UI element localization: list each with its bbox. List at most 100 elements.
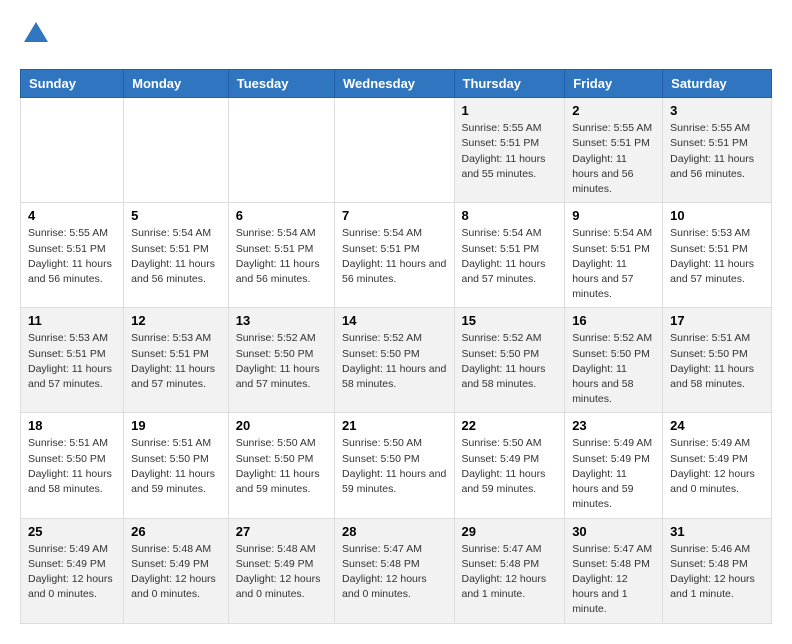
day-cell: 11 Sunrise: 5:53 AMSunset: 5:51 PMDayligh… (21, 308, 124, 413)
logo (20, 20, 50, 53)
weekday-header-sunday: Sunday (21, 70, 124, 98)
calendar-table: SundayMondayTuesdayWednesdayThursdayFrid… (20, 69, 772, 623)
day-cell: 21 Sunrise: 5:50 AMSunset: 5:50 PMDayligh… (335, 413, 454, 518)
day-info: Sunrise: 5:51 AMSunset: 5:50 PMDaylight:… (670, 331, 764, 392)
day-cell: 2 Sunrise: 5:55 AMSunset: 5:51 PMDaylight… (565, 98, 663, 203)
day-number: 6 (236, 208, 327, 223)
day-cell: 9 Sunrise: 5:54 AMSunset: 5:51 PMDaylight… (565, 203, 663, 308)
day-number: 14 (342, 313, 446, 328)
day-number: 4 (28, 208, 116, 223)
day-cell: 25 Sunrise: 5:49 AMSunset: 5:49 PMDayligh… (21, 518, 124, 623)
day-cell: 17 Sunrise: 5:51 AMSunset: 5:50 PMDayligh… (663, 308, 772, 413)
day-cell: 22Sunrise: 5:50 AMSunset: 5:49 PMDayligh… (454, 413, 565, 518)
day-cell: 1Sunrise: 5:55 AMSunset: 5:51 PMDaylight… (454, 98, 565, 203)
day-number: 19 (131, 418, 221, 433)
day-cell: 6 Sunrise: 5:54 AMSunset: 5:51 PMDaylight… (228, 203, 334, 308)
day-number: 21 (342, 418, 446, 433)
day-number: 25 (28, 524, 116, 539)
day-number: 9 (572, 208, 655, 223)
day-number: 27 (236, 524, 327, 539)
day-info: Sunrise: 5:48 AMSunset: 5:49 PMDaylight:… (131, 542, 221, 603)
day-info: Sunrise: 5:50 AMSunset: 5:50 PMDaylight:… (342, 436, 446, 497)
day-cell: 8 Sunrise: 5:54 AMSunset: 5:51 PMDaylight… (454, 203, 565, 308)
day-number: 18 (28, 418, 116, 433)
day-cell: 28 Sunrise: 5:47 AMSunset: 5:48 PMDayligh… (335, 518, 454, 623)
day-info: Sunrise: 5:47 AMSunset: 5:48 PMDaylight:… (572, 542, 655, 618)
day-info: Sunrise: 5:46 AMSunset: 5:48 PMDaylight:… (670, 542, 764, 603)
day-number: 31 (670, 524, 764, 539)
day-cell: 13 Sunrise: 5:52 AMSunset: 5:50 PMDayligh… (228, 308, 334, 413)
day-cell: 30Sunrise: 5:47 AMSunset: 5:48 PMDayligh… (565, 518, 663, 623)
day-info: Sunrise: 5:55 AMSunset: 5:51 PMDaylight:… (572, 121, 655, 197)
logo-icon (22, 20, 50, 48)
day-number: 17 (670, 313, 764, 328)
day-number: 8 (462, 208, 558, 223)
day-info: Sunrise: 5:49 AMSunset: 5:49 PMDaylight:… (670, 436, 764, 497)
day-info: Sunrise: 5:55 AMSunset: 5:51 PMDaylight:… (28, 226, 116, 287)
day-number: 22 (462, 418, 558, 433)
day-cell (21, 98, 124, 203)
weekday-header-thursday: Thursday (454, 70, 565, 98)
weekday-header-monday: Monday (124, 70, 229, 98)
day-cell (228, 98, 334, 203)
week-row-2: 4 Sunrise: 5:55 AMSunset: 5:51 PMDaylight… (21, 203, 772, 308)
day-info: Sunrise: 5:48 AMSunset: 5:49 PMDaylight:… (236, 542, 327, 603)
day-number: 11 (28, 313, 116, 328)
day-cell: 4 Sunrise: 5:55 AMSunset: 5:51 PMDaylight… (21, 203, 124, 308)
day-cell: 20Sunrise: 5:50 AMSunset: 5:50 PMDayligh… (228, 413, 334, 518)
day-info: Sunrise: 5:49 AMSunset: 5:49 PMDaylight:… (28, 542, 116, 603)
day-cell: 19 Sunrise: 5:51 AMSunset: 5:50 PMDayligh… (124, 413, 229, 518)
day-cell: 12 Sunrise: 5:53 AMSunset: 5:51 PMDayligh… (124, 308, 229, 413)
day-cell: 7Sunrise: 5:54 AMSunset: 5:51 PMDaylight… (335, 203, 454, 308)
day-info: Sunrise: 5:54 AMSunset: 5:51 PMDaylight:… (462, 226, 558, 287)
weekday-header-friday: Friday (565, 70, 663, 98)
day-number: 2 (572, 103, 655, 118)
day-number: 3 (670, 103, 764, 118)
day-number: 29 (462, 524, 558, 539)
week-row-4: 18 Sunrise: 5:51 AMSunset: 5:50 PMDayligh… (21, 413, 772, 518)
day-info: Sunrise: 5:49 AMSunset: 5:49 PMDaylight:… (572, 436, 655, 512)
weekday-header-wednesday: Wednesday (335, 70, 454, 98)
day-cell: 31 Sunrise: 5:46 AMSunset: 5:48 PMDayligh… (663, 518, 772, 623)
day-cell: 27 Sunrise: 5:48 AMSunset: 5:49 PMDayligh… (228, 518, 334, 623)
week-row-5: 25 Sunrise: 5:49 AMSunset: 5:49 PMDayligh… (21, 518, 772, 623)
day-number: 5 (131, 208, 221, 223)
day-info: Sunrise: 5:54 AMSunset: 5:51 PMDaylight:… (131, 226, 221, 287)
day-cell (335, 98, 454, 203)
weekday-header-tuesday: Tuesday (228, 70, 334, 98)
day-cell: 23 Sunrise: 5:49 AMSunset: 5:49 PMDayligh… (565, 413, 663, 518)
day-info: Sunrise: 5:55 AMSunset: 5:51 PMDaylight:… (670, 121, 764, 182)
weekday-header-saturday: Saturday (663, 70, 772, 98)
day-info: Sunrise: 5:53 AMSunset: 5:51 PMDaylight:… (131, 331, 221, 392)
day-info: Sunrise: 5:52 AMSunset: 5:50 PMDaylight:… (236, 331, 327, 392)
day-number: 1 (462, 103, 558, 118)
day-cell: 3 Sunrise: 5:55 AMSunset: 5:51 PMDaylight… (663, 98, 772, 203)
day-info: Sunrise: 5:53 AMSunset: 5:51 PMDaylight:… (28, 331, 116, 392)
day-number: 28 (342, 524, 446, 539)
day-info: Sunrise: 5:51 AMSunset: 5:50 PMDaylight:… (28, 436, 116, 497)
day-cell: 24 Sunrise: 5:49 AMSunset: 5:49 PMDayligh… (663, 413, 772, 518)
day-number: 13 (236, 313, 327, 328)
day-cell: 15Sunrise: 5:52 AMSunset: 5:50 PMDayligh… (454, 308, 565, 413)
day-info: Sunrise: 5:51 AMSunset: 5:50 PMDaylight:… (131, 436, 221, 497)
day-number: 26 (131, 524, 221, 539)
day-number: 12 (131, 313, 221, 328)
day-info: Sunrise: 5:54 AMSunset: 5:51 PMDaylight:… (236, 226, 327, 287)
day-number: 20 (236, 418, 327, 433)
day-cell: 26 Sunrise: 5:48 AMSunset: 5:49 PMDayligh… (124, 518, 229, 623)
day-number: 23 (572, 418, 655, 433)
day-cell: 10Sunrise: 5:53 AMSunset: 5:51 PMDayligh… (663, 203, 772, 308)
day-number: 15 (462, 313, 558, 328)
day-info: Sunrise: 5:53 AMSunset: 5:51 PMDaylight:… (670, 226, 764, 287)
day-info: Sunrise: 5:47 AMSunset: 5:48 PMDaylight:… (342, 542, 446, 603)
day-info: Sunrise: 5:52 AMSunset: 5:50 PMDaylight:… (572, 331, 655, 407)
day-number: 24 (670, 418, 764, 433)
day-cell (124, 98, 229, 203)
day-cell: 16 Sunrise: 5:52 AMSunset: 5:50 PMDayligh… (565, 308, 663, 413)
day-info: Sunrise: 5:47 AMSunset: 5:48 PMDaylight:… (462, 542, 558, 603)
day-info: Sunrise: 5:54 AMSunset: 5:51 PMDaylight:… (572, 226, 655, 302)
day-number: 16 (572, 313, 655, 328)
day-cell: 5 Sunrise: 5:54 AMSunset: 5:51 PMDaylight… (124, 203, 229, 308)
week-row-1: 1 Sunrise: 5:55 AMSunset: 5:51 PMDaylight… (21, 98, 772, 203)
week-row-3: 11 Sunrise: 5:53 AMSunset: 5:51 PMDayligh… (21, 308, 772, 413)
